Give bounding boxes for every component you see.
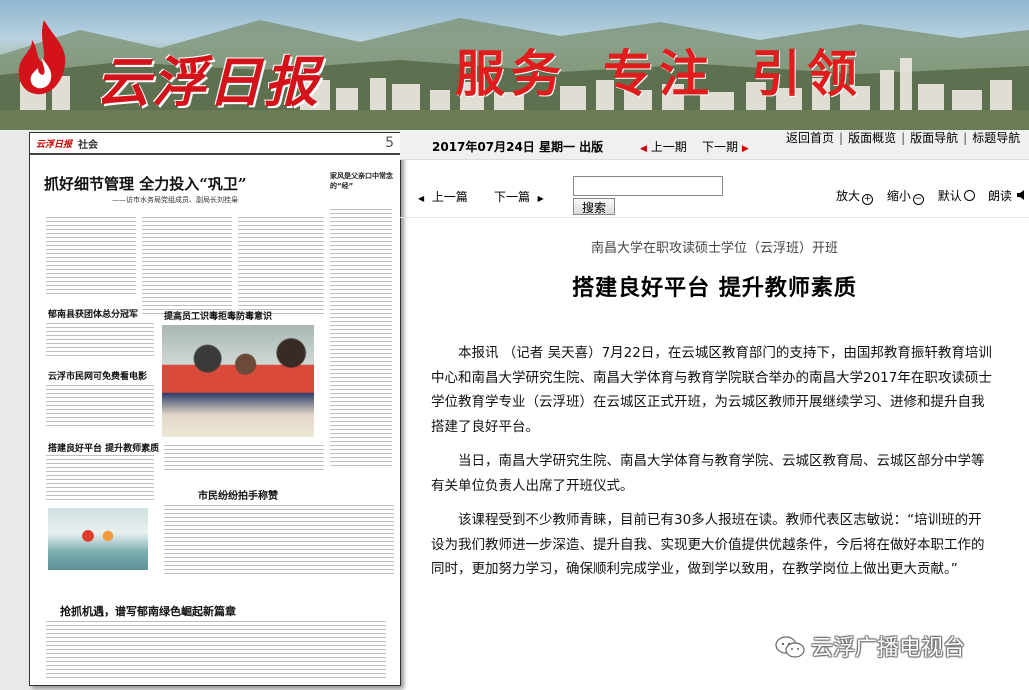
page-thumbnail-panel: 云浮日报 社会 5 抓好细节管理 全力投入“巩卫” ——访市水务局党组成员、副局…	[0, 130, 401, 690]
text-block	[142, 217, 232, 317]
rafting-photo	[48, 508, 148, 570]
prev-article-label: 上一篇	[431, 190, 468, 204]
article-body: 本报讯 （记者 吴天喜）7月22日，在云城区教育部门的支持下，由国邦教育振轩教育…	[431, 341, 993, 592]
newspaper-page-thumbnail[interactable]: 云浮日报 社会 5 抓好细节管理 全力投入“巩卫” ——访市水务局党组成员、副局…	[29, 132, 401, 686]
article-area-main[interactable]: 抓好细节管理 全力投入“巩卫”	[44, 173, 246, 194]
prev-article-link[interactable]: ◀ 上一篇	[418, 188, 468, 205]
flame-icon	[18, 20, 66, 95]
next-article-link[interactable]: 下一篇 ▶	[494, 188, 544, 205]
read-aloud-button[interactable]: 朗读	[988, 187, 1028, 204]
watermark-text: 云浮广播电视台	[811, 636, 966, 661]
text-block	[46, 385, 154, 429]
next-article-label: 下一篇	[494, 190, 531, 204]
next-issue-link[interactable]: 下一期	[702, 140, 738, 154]
text-block	[46, 217, 136, 297]
arrow-right-icon: ▶	[741, 144, 749, 154]
text-block	[164, 505, 394, 575]
page-overview-link[interactable]: 版面概览	[848, 131, 896, 145]
caret-right-icon: ▶	[537, 194, 544, 203]
issue-date: 2017年07月24日 星期一 出版	[432, 140, 604, 154]
logo-title: 云浮日报	[96, 50, 320, 114]
text-block	[238, 217, 324, 317]
zoom-default-label: 默认	[937, 189, 962, 203]
article-paragraph: 该课程受到不少教师青睐，目前已有30多人报班在读。教师代表区志敏说：“培训班的开…	[431, 512, 985, 577]
zoom-out-label: 缩小	[886, 189, 911, 203]
speaker-icon	[1016, 190, 1024, 200]
article-title: 搭建良好平台 提升教师素质	[572, 275, 857, 301]
article-area-1[interactable]: 郁南县获团体总分冠军	[48, 307, 138, 320]
search-input[interactable]	[573, 176, 723, 196]
article-paragraph: 当日，南昌大学研究生院、南昌大学体育与教育学院、云城区教育局、云城区部分中学等有…	[431, 453, 985, 494]
minus-icon: −	[912, 194, 924, 205]
news-photo	[162, 325, 314, 437]
article-area-side[interactable]: 家风是父亲口中常念的“经”	[330, 171, 394, 191]
article-paragraph: 本报讯 （记者 吴天喜）7月22日，在云城区教育部门的支持下，由国邦教育振轩教育…	[431, 345, 992, 435]
wechat-icon	[775, 636, 805, 658]
text-block	[46, 323, 154, 359]
article-content: 南昌大学在职攻读硕士学位（云浮班）开班 搭建良好平台 提升教师素质 本报讯 （记…	[400, 217, 1029, 690]
page-header: 云浮日报 社会 5	[30, 133, 400, 155]
text-block	[46, 455, 154, 503]
issue-navigation: ◀ 上一期 下一期 ▶	[640, 138, 749, 155]
zoom-controls: 放大 + 缩小 − 默认	[836, 187, 985, 205]
page-header-logo: 云浮日报	[36, 139, 73, 150]
text-block	[164, 445, 324, 473]
page-nav-link[interactable]: 版面导航	[910, 131, 958, 145]
issue-bar: 2017年07月24日 星期一 出版 ◀ 上一期 下一期 ▶ 返回首页 | 版面概览…	[400, 130, 1029, 160]
plus-icon: +	[862, 194, 874, 205]
slogan-word: 专注	[603, 44, 715, 103]
slogan-word: 引领	[751, 44, 863, 103]
banner-slogan: 服务 专注 引领	[455, 34, 899, 106]
broadcaster-watermark: 云浮广播电视台	[775, 630, 965, 662]
slogan-word: 服务	[455, 44, 567, 103]
caret-left-icon: ◀	[418, 194, 425, 203]
circle-icon	[963, 190, 975, 201]
page-section-label: 社会	[78, 139, 99, 151]
title-nav-link[interactable]: 标题导航	[972, 131, 1020, 145]
zoom-in-button[interactable]: 放大 +	[836, 189, 874, 205]
zoom-out-button[interactable]: 缩小 −	[886, 189, 924, 205]
text-block	[46, 621, 386, 681]
article-area-main-subtitle: ——访市水务局党组成员、副局长刘桂枭	[112, 196, 238, 204]
top-links: 返回首页 | 版面概览 | 版面导航 | 标题导航	[786, 131, 1021, 145]
newspaper-logo[interactable]: 云浮日报	[14, 18, 318, 114]
text-block	[330, 209, 392, 469]
arrow-left-icon: ◀	[640, 144, 647, 154]
article-area-2[interactable]: 提高员工识毒拒毒防毒意识	[164, 309, 272, 322]
zoom-in-label: 放大	[836, 189, 861, 203]
home-link[interactable]: 返回首页	[786, 131, 834, 145]
search-button[interactable]: 搜索	[573, 198, 615, 215]
article-area-4[interactable]: 市民纷纷拍手称赞	[198, 487, 278, 502]
article-area-3[interactable]: 云浮市民网可免费看电影	[48, 369, 147, 382]
read-aloud-label: 朗读	[988, 189, 1013, 203]
prev-issue-link[interactable]: 上一期	[651, 140, 687, 154]
masthead-banner: 云浮日报 服务 专注 引领	[0, 0, 1029, 130]
page-number: 5	[385, 135, 394, 151]
article-toolbar: ◀ 上一篇 下一篇 ▶ 搜索 放大 + 缩小 − 默认 朗读	[400, 160, 1029, 216]
article-area-5[interactable]: 抢抓机遇，谱写郁南绿色崛起新篇章	[60, 603, 236, 619]
article-lead-title: 南昌大学在职攻读硕士学位（云浮班）开班	[590, 241, 838, 256]
zoom-default-button[interactable]: 默认	[938, 189, 975, 203]
article-area-current[interactable]: 搭建良好平台 提升教师素质	[48, 441, 159, 454]
